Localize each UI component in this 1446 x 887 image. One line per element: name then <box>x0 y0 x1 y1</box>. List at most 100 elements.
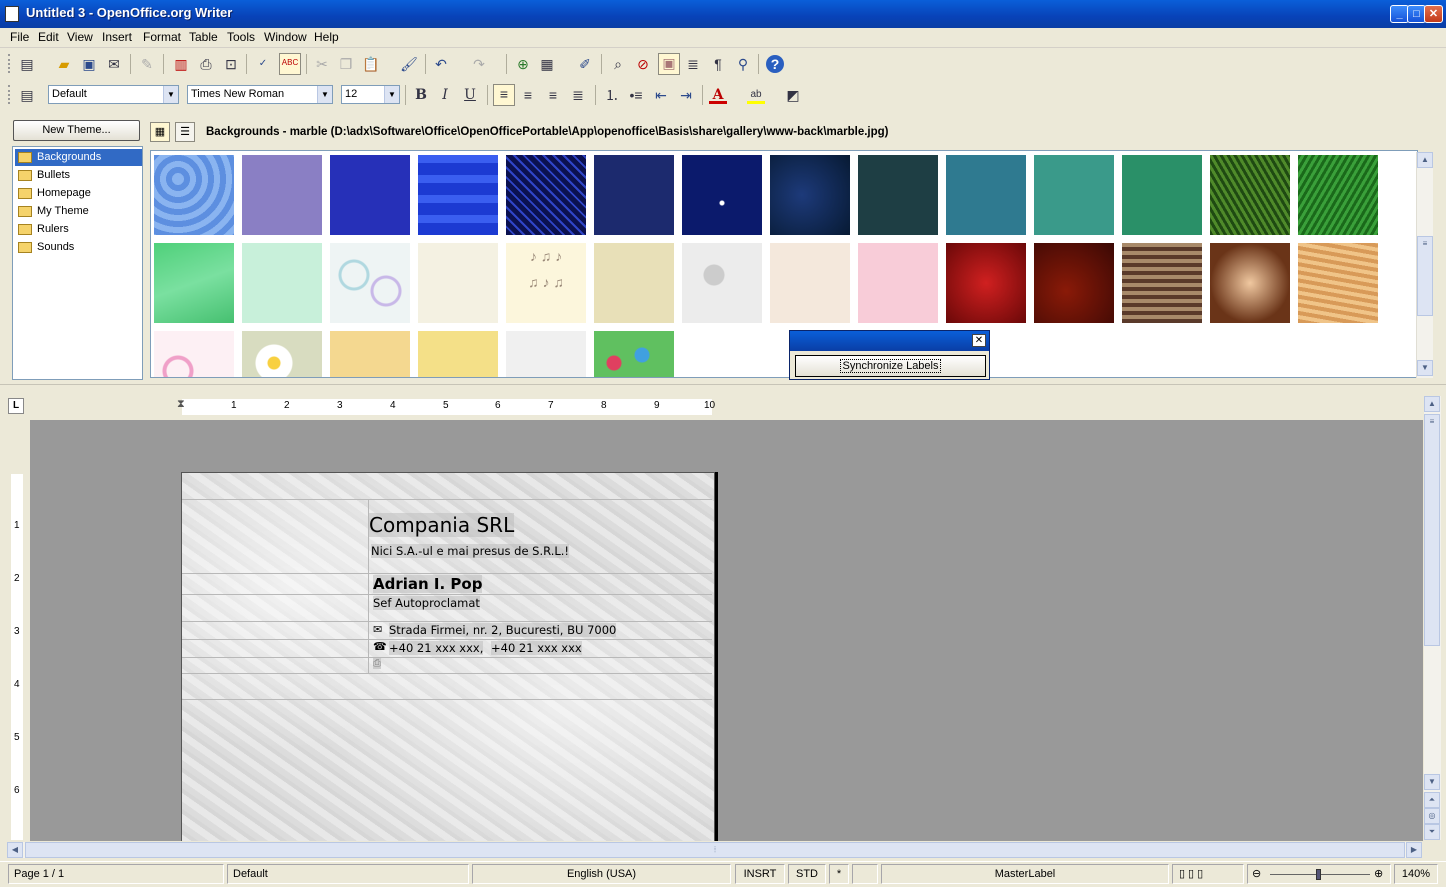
font-color-icon[interactable]: A <box>709 86 727 104</box>
document-horizontal-scrollbar[interactable]: ◀ ⦙ ▶ <box>7 842 1422 858</box>
view-layout-icons[interactable]: ▯▯▯ <box>1172 864 1244 884</box>
menu-tools[interactable]: Tools <box>227 30 255 44</box>
gallery-scrollbar[interactable]: ▲ ≡ ▼ <box>1416 152 1433 378</box>
gallery-thumb[interactable] <box>330 331 410 377</box>
bold-button[interactable]: B <box>412 86 430 104</box>
hyperlink-icon[interactable]: ⊕ <box>514 55 532 73</box>
show-draw-functions-icon[interactable]: ✐ <box>576 55 594 73</box>
zoom-slider[interactable]: ⊖ ⊕ <box>1247 864 1391 884</box>
formatting-marks-icon[interactable]: ¶ <box>709 55 727 73</box>
save-icon[interactable]: ▣ <box>80 55 98 73</box>
gallery-thumb[interactable] <box>418 243 498 323</box>
synchronize-labels-button[interactable]: Synchronize Labels <box>795 355 986 377</box>
align-right-icon[interactable]: ≡ <box>544 86 562 104</box>
floating-toolbar-caption[interactable] <box>790 331 989 351</box>
font-name-combo[interactable]: Times New Roman ▼ <box>187 85 333 104</box>
gallery-thumb[interactable] <box>154 155 234 235</box>
document-area[interactable]: Compania SRL Nici S.A.-ul e mai presus d… <box>30 420 1423 841</box>
zoom-percentage[interactable]: 140% <box>1394 864 1438 884</box>
horizontal-ruler[interactable]: ⧗ 1 2 3 4 5 6 7 8 9 10 <box>30 396 1423 418</box>
person-position[interactable]: Sef Autoproclamat <box>373 596 480 610</box>
gallery-thumb[interactable] <box>418 331 498 377</box>
selection-mode-indicator[interactable]: STD <box>788 864 826 884</box>
scroll-thumb[interactable]: ≡ <box>1417 236 1433 316</box>
table-icon[interactable]: ▦ <box>538 55 556 73</box>
menu-window[interactable]: Window <box>264 30 307 44</box>
gallery-thumb[interactable] <box>242 155 322 235</box>
phone2-text[interactable]: +40 21 xxx xxx <box>491 641 582 655</box>
redo-icon[interactable]: ↷ <box>470 55 488 73</box>
scroll-left-icon[interactable]: ◀ <box>7 842 23 858</box>
gallery-thumb[interactable] <box>1034 243 1114 323</box>
gallery-thumb[interactable] <box>594 155 674 235</box>
navigator-icon[interactable]: ⊘ <box>634 55 652 73</box>
gallery-thumb[interactable] <box>242 243 322 323</box>
scroll-down-icon[interactable]: ▼ <box>1424 774 1440 790</box>
toolbar-grip[interactable] <box>8 54 12 73</box>
align-left-icon[interactable]: ≡ <box>493 84 515 106</box>
company-name[interactable]: Compania SRL <box>369 513 515 537</box>
new-document-icon[interactable]: ▤ <box>18 55 36 73</box>
insert-mode-indicator[interactable]: INSRT <box>735 864 785 884</box>
address-text[interactable]: Strada Firmei, nr. 2, Bucuresti, BU 7000 <box>389 623 617 637</box>
find-replace-icon[interactable]: ⌕ <box>609 55 627 73</box>
theme-item-my-theme[interactable]: My Theme <box>15 203 142 220</box>
theme-item-rulers[interactable]: Rulers <box>15 221 142 238</box>
menu-edit[interactable]: Edit <box>38 30 59 44</box>
gallery-thumb[interactable] <box>946 155 1026 235</box>
scroll-down-icon[interactable]: ▼ <box>1417 360 1433 376</box>
gallery-thumb[interactable] <box>1122 155 1202 235</box>
highlighting-icon[interactable]: ab <box>747 86 765 104</box>
gallery-thumb[interactable] <box>1210 243 1290 323</box>
scroll-right-icon[interactable]: ▶ <box>1406 842 1422 858</box>
scroll-thumb[interactable]: ≡ <box>1424 414 1440 646</box>
autospellcheck-icon[interactable]: ABC <box>279 53 301 75</box>
page-style-indicator[interactable]: Default <box>227 864 469 884</box>
navigation-icon[interactable]: ◎ <box>1424 808 1440 824</box>
underline-button[interactable]: U <box>461 86 479 104</box>
copy-icon[interactable]: ❐ <box>337 55 355 73</box>
spellcheck-icon[interactable]: ✓ <box>254 55 272 73</box>
document-page[interactable]: Compania SRL Nici S.A.-ul e mai presus d… <box>181 472 715 841</box>
clone-formatting-icon[interactable]: 🖌 <box>400 55 418 73</box>
gallery-splitter[interactable] <box>0 384 1446 394</box>
help-icon[interactable]: ? <box>766 55 784 73</box>
phone-text[interactable]: +40 21 xxx xxx, <box>389 641 484 655</box>
export-pdf-icon[interactable]: ▥ <box>172 55 190 73</box>
numbering-icon[interactable]: ⒈ <box>603 86 621 104</box>
gallery-thumb[interactable] <box>770 243 850 323</box>
close-icon[interactable]: ✕ <box>972 334 986 347</box>
data-sources-icon[interactable]: ≣ <box>684 55 702 73</box>
background-color-icon[interactable]: ◩ <box>784 86 802 104</box>
undo-icon[interactable]: ↶ <box>432 55 450 73</box>
theme-item-bullets[interactable]: Bullets <box>15 167 142 184</box>
zoom-in-icon[interactable]: ⊕ <box>1374 865 1383 883</box>
digital-signature-indicator[interactable] <box>852 864 878 884</box>
gallery-thumb[interactable] <box>242 331 322 377</box>
gallery-thumb[interactable] <box>418 155 498 235</box>
paragraph-style-combo[interactable]: Default ▼ <box>48 85 179 104</box>
gallery-thumb[interactable] <box>330 243 410 323</box>
toolbar-grip[interactable] <box>8 85 12 104</box>
gallery-thumb[interactable] <box>770 155 850 235</box>
zoom-out-icon[interactable]: ⊖ <box>1252 865 1261 883</box>
gallery-thumb[interactable] <box>1298 155 1378 235</box>
zoom-slider-thumb[interactable] <box>1316 869 1321 880</box>
theme-item-backgrounds[interactable]: Backgrounds <box>15 149 142 166</box>
menu-view[interactable]: View <box>67 30 93 44</box>
menu-help[interactable]: Help <box>314 30 339 44</box>
gallery-thumb[interactable] <box>858 243 938 323</box>
font-size-combo[interactable]: 12 ▼ <box>341 85 400 104</box>
menu-file[interactable]: File <box>10 30 29 44</box>
zoom-icon[interactable]: ⚲ <box>734 55 752 73</box>
scroll-up-icon[interactable]: ▲ <box>1424 396 1440 412</box>
menu-insert[interactable]: Insert <box>102 30 132 44</box>
increase-indent-icon[interactable]: ⇥ <box>677 86 695 104</box>
theme-list[interactable]: Backgrounds Bullets Homepage My Theme Ru… <box>12 146 143 380</box>
gallery-thumb[interactable] <box>682 243 762 323</box>
bullets-icon[interactable]: •≡ <box>627 86 645 104</box>
person-name[interactable]: Adrian I. Pop <box>373 575 483 593</box>
scroll-up-icon[interactable]: ▲ <box>1417 152 1433 168</box>
gallery-thumb[interactable] <box>506 155 586 235</box>
language-indicator[interactable]: English (USA) <box>472 864 731 884</box>
